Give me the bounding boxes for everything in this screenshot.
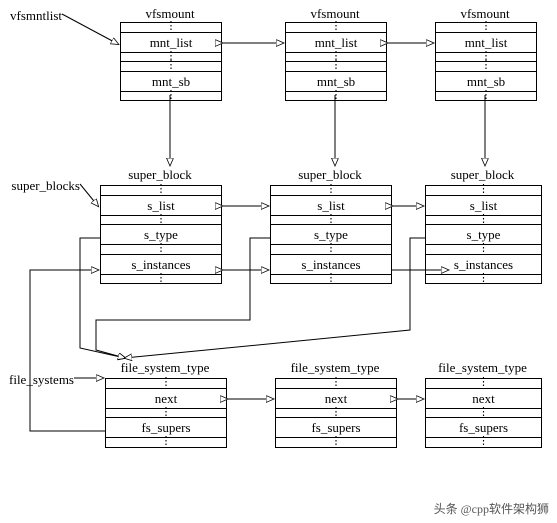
- dots: ⋮: [286, 23, 386, 32]
- label-super-blocks: super_blocks: [2, 178, 80, 194]
- struct-super-block-1: ⋮ s_list ⋮ s_type ⋮ s_instances ⋮: [100, 185, 222, 284]
- field-s-instances: s_instances: [101, 254, 221, 274]
- dots: ⋮: [436, 91, 536, 101]
- watermark: 头条 @cpp软件架构狮: [434, 500, 549, 517]
- dots: ⋮: [426, 274, 541, 284]
- dots: ⋮: [426, 437, 541, 447]
- field-fs-supers: fs_supers: [426, 417, 541, 437]
- dots: ⋮: [276, 379, 396, 388]
- dots: ⋮: [106, 379, 226, 388]
- label-file-systems: file_systems: [2, 372, 74, 388]
- dots: ⋮: [436, 23, 536, 32]
- field-fs-supers: fs_supers: [276, 417, 396, 437]
- struct-vfsmount-3: ⋮ mnt_list ⋮ ⋮ mnt_sb ⋮: [435, 22, 537, 101]
- dots: ⋮: [101, 274, 221, 284]
- field-s-instances: s_instances: [426, 254, 541, 274]
- dots: ⋮: [426, 379, 541, 388]
- field-s-list: s_list: [271, 195, 391, 215]
- field-next: next: [426, 388, 541, 408]
- dots: ⋮: [106, 437, 226, 447]
- field-mnt-sb: mnt_sb: [121, 71, 221, 91]
- title-fst-2: file_system_type: [275, 360, 395, 376]
- field-s-type: s_type: [271, 224, 391, 244]
- field-s-list: s_list: [101, 195, 221, 215]
- dots: ⋮: [426, 186, 541, 195]
- struct-super-block-2: ⋮ s_list ⋮ s_type ⋮ s_instances ⋮: [270, 185, 392, 284]
- field-mnt-sb: mnt_sb: [286, 71, 386, 91]
- struct-vfsmount-2: ⋮ mnt_list ⋮ ⋮ mnt_sb ⋮: [285, 22, 387, 101]
- dots: ⋮: [106, 408, 226, 418]
- dots: ⋮: [271, 186, 391, 195]
- field-s-instances: s_instances: [271, 254, 391, 274]
- field-mnt-list: mnt_list: [121, 32, 221, 52]
- field-s-type: s_type: [426, 224, 541, 244]
- dots: ⋮: [436, 61, 536, 71]
- dots: ⋮: [276, 408, 396, 418]
- field-mnt-list: mnt_list: [286, 32, 386, 52]
- dots: ⋮: [121, 61, 221, 71]
- title-fst-1: file_system_type: [105, 360, 225, 376]
- dots: ⋮: [276, 437, 396, 447]
- struct-fst-2: ⋮ next ⋮ fs_supers ⋮: [275, 378, 397, 448]
- dots: ⋮: [101, 186, 221, 195]
- field-mnt-sb: mnt_sb: [436, 71, 536, 91]
- dots: ⋮: [426, 244, 541, 254]
- dots: ⋮: [271, 244, 391, 254]
- dots: ⋮: [426, 408, 541, 418]
- dots: ⋮: [101, 215, 221, 225]
- field-s-list: s_list: [426, 195, 541, 215]
- field-fs-supers: fs_supers: [106, 417, 226, 437]
- label-vfsmntlist: vfsmntlist: [2, 8, 62, 24]
- dots: ⋮: [101, 244, 221, 254]
- struct-fst-1: ⋮ next ⋮ fs_supers ⋮: [105, 378, 227, 448]
- dots: ⋮: [286, 91, 386, 101]
- dots: ⋮: [121, 91, 221, 101]
- title-super-block-3: super_block: [425, 167, 540, 183]
- dots: ⋮: [271, 215, 391, 225]
- struct-fst-3: ⋮ next ⋮ fs_supers ⋮: [425, 378, 542, 448]
- field-next: next: [106, 388, 226, 408]
- dots: ⋮: [286, 61, 386, 71]
- field-mnt-list: mnt_list: [436, 32, 536, 52]
- dots: ⋮: [271, 274, 391, 284]
- struct-super-block-3: ⋮ s_list ⋮ s_type ⋮ s_instances ⋮: [425, 185, 542, 284]
- title-super-block-1: super_block: [100, 167, 220, 183]
- dots: ⋮: [121, 23, 221, 32]
- title-fst-3: file_system_type: [425, 360, 540, 376]
- field-s-type: s_type: [101, 224, 221, 244]
- field-next: next: [276, 388, 396, 408]
- title-super-block-2: super_block: [270, 167, 390, 183]
- dots: ⋮: [426, 215, 541, 225]
- struct-vfsmount-1: ⋮ mnt_list ⋮ ⋮ mnt_sb ⋮: [120, 22, 222, 101]
